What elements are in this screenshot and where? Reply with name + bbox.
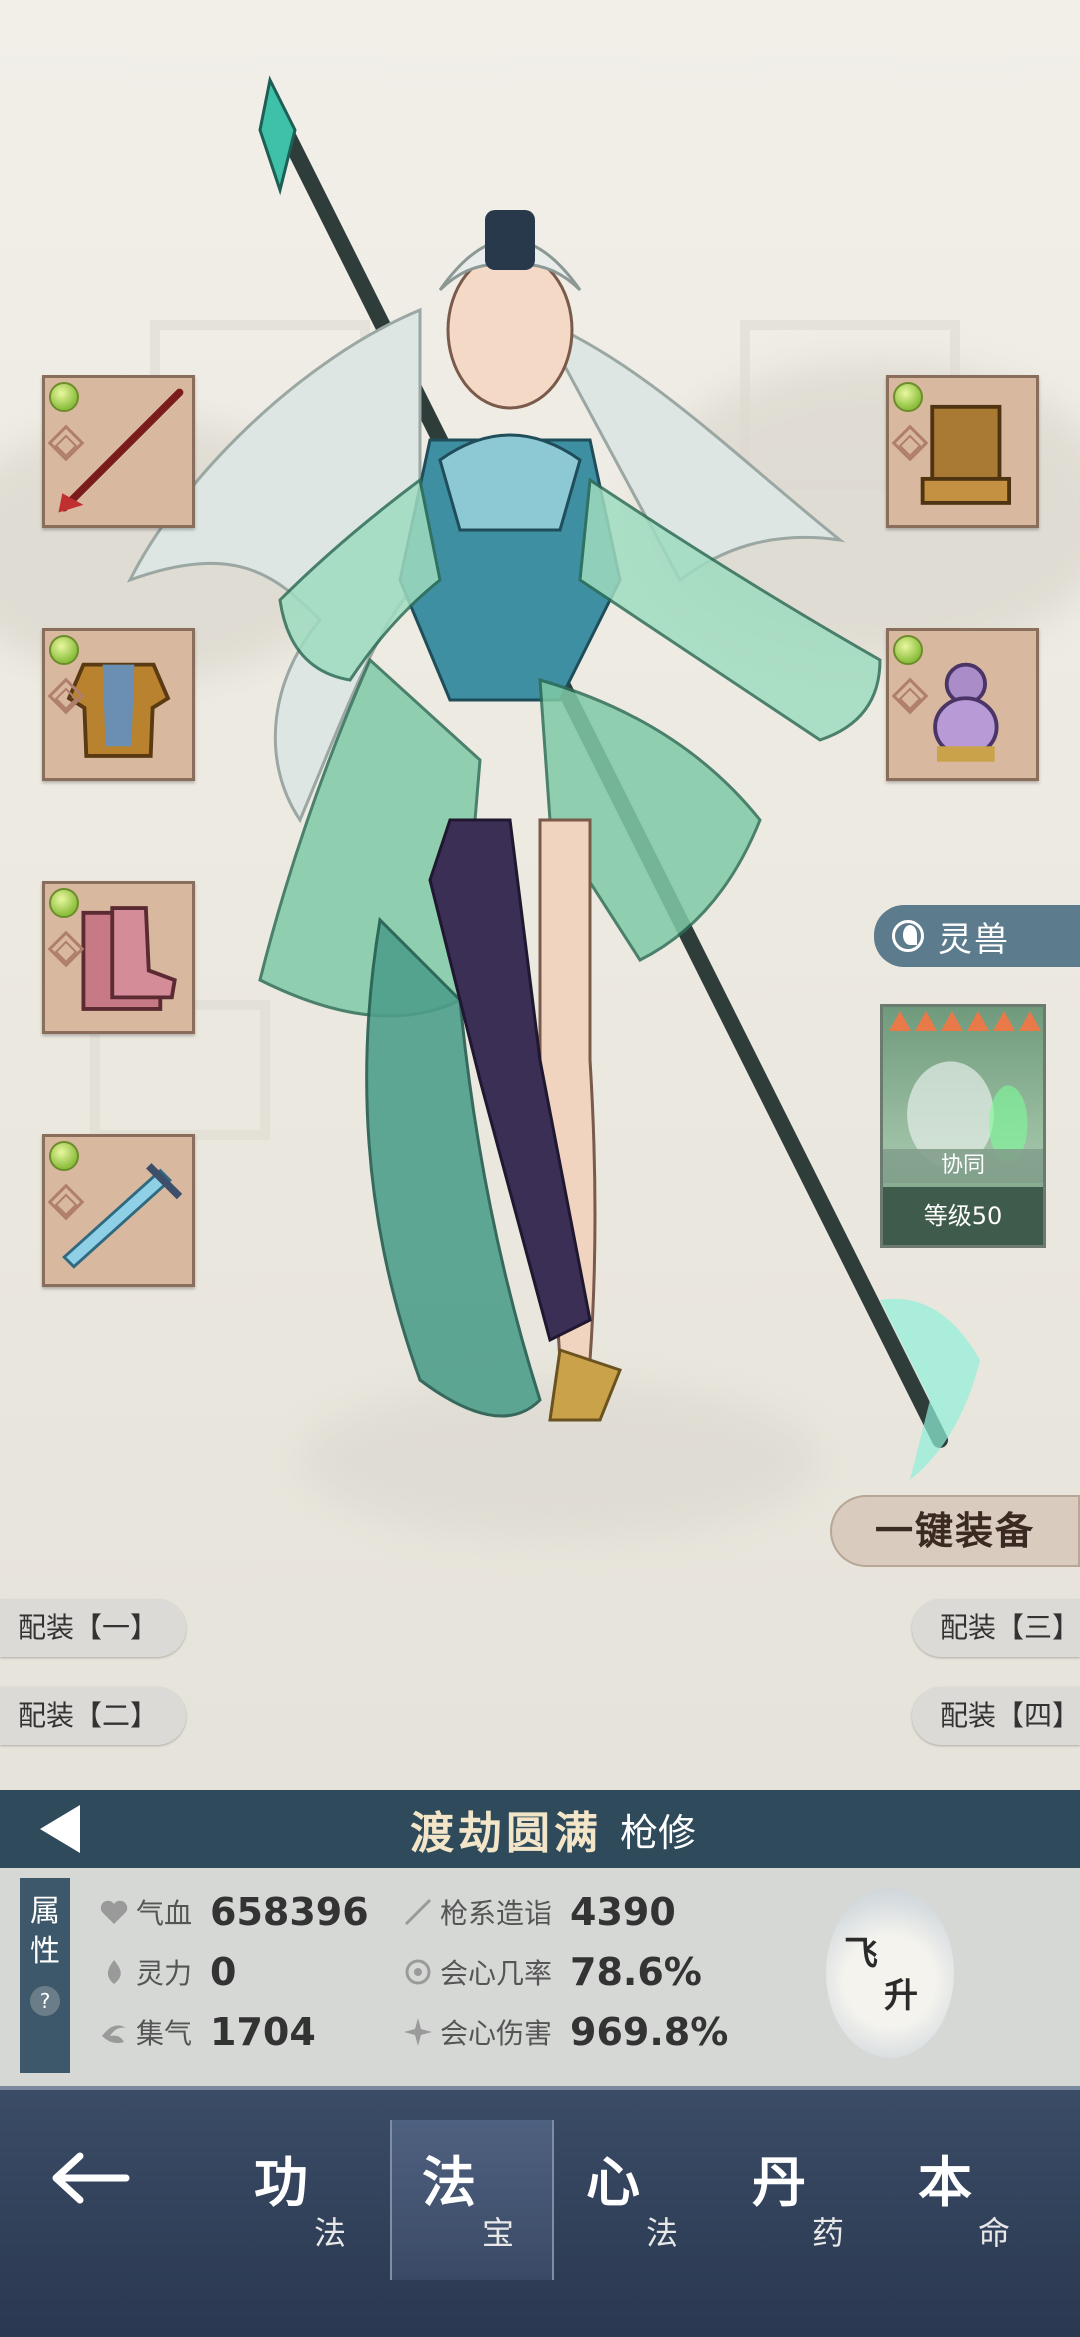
- stat-crit-rate: 会心几率 78.6%: [402, 1950, 702, 1994]
- swirl-icon: [102, 2025, 126, 2044]
- stat-value: 658396: [210, 1890, 369, 1934]
- heart-icon: [100, 1900, 128, 1924]
- stat-value: 1704: [210, 2010, 316, 2054]
- stat-value: 4390: [570, 1890, 676, 1934]
- quality-badge-icon: [49, 635, 79, 665]
- stat-value: 78.6%: [570, 1950, 702, 1994]
- attributes-side-tab[interactable]: 属 性 ?: [20, 1878, 70, 2073]
- character-illustration[interactable]: [120, 60, 980, 1540]
- ascend-button[interactable]: 飞 升: [826, 1888, 954, 2058]
- stat-crit-damage: 会心伤害 969.8%: [402, 2010, 728, 2054]
- nav-tab-subtitle: 宝: [482, 2214, 515, 2252]
- spirit-beast-label: 灵兽: [938, 919, 1010, 960]
- spirit-flame-icon: [107, 1960, 121, 1984]
- beast-icon: [892, 920, 924, 952]
- nav-tab-subtitle: 药: [812, 2214, 845, 2252]
- beast-status-tag: 协同: [883, 1149, 1043, 1183]
- class-label: 枪修: [620, 1810, 697, 1855]
- nav-tab-subtitle: 法: [314, 2214, 347, 2252]
- nav-tab-title: 法: [422, 2151, 476, 2214]
- loadout-1-button[interactable]: 配装【一】: [0, 1599, 186, 1657]
- attributes-label-1: 属: [30, 1894, 60, 1929]
- realm-title: 渡劫圆满: [410, 1808, 602, 1859]
- stat-label: 灵力: [136, 1957, 193, 1990]
- nav-tab-mind-arts[interactable]: 心 法: [556, 2120, 720, 2280]
- quality-badge-icon: [49, 382, 79, 412]
- quality-badge-icon: [893, 635, 923, 665]
- stat-value: 0: [210, 1950, 237, 1994]
- equip-slot-gourd[interactable]: [886, 628, 1039, 781]
- attributes-panel: 属 性 ? 气血 658396 灵力 0 集气 1704 枪系造诣 4390 会…: [0, 1868, 1080, 2086]
- collapse-arrow-icon[interactable]: [40, 1805, 80, 1853]
- crit-rate-icon: [405, 1959, 431, 1985]
- nav-tab-subtitle: 命: [978, 2214, 1011, 2252]
- nav-tab-treasures[interactable]: 法 宝: [390, 2120, 554, 2280]
- back-arrow-icon[interactable]: [50, 2148, 130, 2208]
- stat-mana: 灵力 0: [98, 1950, 236, 1994]
- quality-badge-icon: [49, 1141, 79, 1171]
- help-icon[interactable]: ?: [30, 1986, 60, 2016]
- equip-slot-weapon[interactable]: [42, 375, 195, 528]
- equip-slot-seal[interactable]: [886, 375, 1039, 528]
- realm-banner: 渡劫圆满 枪修: [0, 1790, 1080, 1868]
- loadout-3-button[interactable]: 配装【三】: [912, 1599, 1080, 1657]
- ascend-char-2: 升: [884, 1976, 918, 2016]
- spirit-beast-tab[interactable]: 灵兽: [874, 905, 1080, 967]
- equip-slot-sword[interactable]: [42, 1134, 195, 1287]
- nav-tab-subtitle: 法: [646, 2214, 679, 2252]
- bottom-navigation: 功 法 法 宝 心 法 丹 药 本 命: [0, 2086, 1080, 2337]
- quality-badge-icon: [893, 382, 923, 412]
- beast-level: 等级50: [883, 1187, 1043, 1245]
- one-key-equip-button[interactable]: 一键装备: [830, 1495, 1080, 1567]
- equip-slot-armor[interactable]: [42, 628, 195, 781]
- stat-label: 会心伤害: [440, 2017, 553, 2050]
- stat-charge: 集气 1704: [98, 2010, 316, 2054]
- loadout-4-button[interactable]: 配装【四】: [912, 1687, 1080, 1745]
- nav-tab-skills[interactable]: 功 法: [224, 2120, 388, 2280]
- nav-tab-title: 丹: [752, 2151, 806, 2214]
- stat-label: 枪系造诣: [440, 1897, 553, 1930]
- loadout-2-button[interactable]: 配装【二】: [0, 1687, 186, 1745]
- nav-tab-title: 本: [918, 2151, 972, 2214]
- stat-label: 会心几率: [440, 1957, 553, 1990]
- nav-tab-natal[interactable]: 本 命: [888, 2120, 1052, 2280]
- spirit-beast-card[interactable]: 协同 等级50: [880, 1004, 1046, 1248]
- crit-damage-icon: [404, 2018, 432, 2046]
- nav-tab-title: 心: [586, 2151, 640, 2214]
- stat-spear-mastery: 枪系造诣 4390: [402, 1890, 676, 1934]
- stat-value: 969.8%: [570, 2010, 729, 2054]
- attributes-label-2: 性: [30, 1934, 60, 1969]
- ascend-char-1: 飞: [844, 1934, 878, 1974]
- nav-tab-title: 功: [254, 2151, 308, 2214]
- stat-label: 集气: [136, 2017, 193, 2050]
- nav-tab-elixirs[interactable]: 丹 药: [722, 2120, 886, 2280]
- spear-mastery-icon: [404, 1898, 432, 1926]
- stat-hp: 气血 658396: [98, 1890, 369, 1934]
- stat-label: 气血: [136, 1897, 193, 1930]
- quality-badge-icon: [49, 888, 79, 918]
- equip-slot-boots[interactable]: [42, 881, 195, 1034]
